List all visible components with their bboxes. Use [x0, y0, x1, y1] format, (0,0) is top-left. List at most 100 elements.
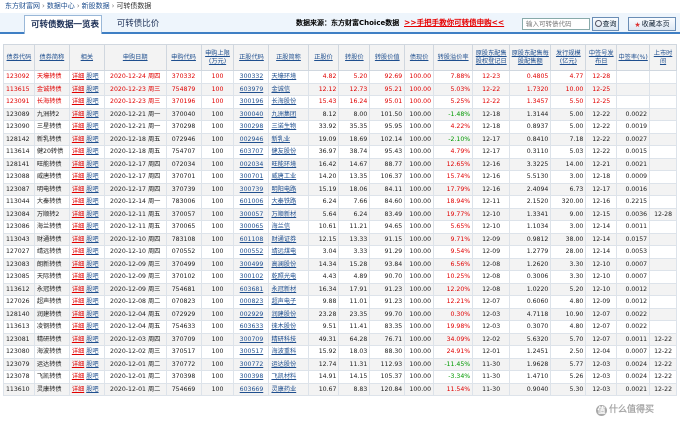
stock-name[interactable]: 威唐工业: [268, 170, 309, 184]
detail-link[interactable]: 详细: [72, 236, 84, 243]
search-input[interactable]: [522, 18, 590, 30]
breadcrumb-data-center[interactable]: 数据中心: [47, 2, 75, 10]
forum-link[interactable]: 股吧: [86, 111, 98, 118]
promo-link[interactable]: >>手把手教你可转债申购<<: [404, 17, 504, 28]
stock-code[interactable]: 000823: [233, 295, 270, 309]
detail-link[interactable]: 详细: [72, 98, 84, 105]
stock-code[interactable]: 300298: [233, 120, 270, 134]
detail-link[interactable]: 详细: [72, 161, 84, 168]
forum-link[interactable]: 股吧: [86, 148, 98, 155]
forum-link[interactable]: 股吧: [86, 161, 98, 168]
column-header[interactable]: 转股价值: [369, 44, 406, 71]
stock-name[interactable]: 乾照光电: [268, 270, 309, 284]
stock-code[interactable]: 300057: [233, 207, 270, 221]
stock-code[interactable]: 000552: [233, 245, 270, 259]
forum-link[interactable]: 股吧: [86, 73, 98, 80]
forum-link[interactable]: 股吧: [86, 286, 98, 293]
tab-bond-list[interactable]: 可转债数据一览表: [24, 15, 102, 34]
detail-link[interactable]: 详细: [72, 323, 84, 330]
detail-link[interactable]: 详细: [72, 361, 84, 368]
tab-bond-compare[interactable]: 可转债比价: [108, 15, 168, 34]
column-header[interactable]: 债现价: [404, 44, 435, 71]
stock-code[interactable]: 603681: [233, 282, 270, 296]
stock-name[interactable]: 海波重科: [268, 345, 309, 359]
stock-code[interactable]: 300517: [233, 345, 270, 359]
forum-link[interactable]: 股吧: [86, 173, 98, 180]
detail-link[interactable]: 详细: [72, 136, 84, 143]
stock-name[interactable]: 大秦铁路: [268, 195, 309, 209]
detail-link[interactable]: 详细: [72, 386, 84, 393]
forum-link[interactable]: 股吧: [86, 198, 98, 205]
stock-code[interactable]: 603979: [233, 82, 270, 96]
forum-link[interactable]: 股吧: [86, 223, 98, 230]
stock-code[interactable]: 601006: [233, 195, 270, 209]
detail-link[interactable]: 详细: [72, 248, 84, 255]
detail-link[interactable]: 详细: [72, 173, 84, 180]
stock-name[interactable]: 永冠新材: [268, 282, 309, 296]
column-header[interactable]: 债券代码: [3, 44, 35, 71]
column-header[interactable]: 原股东配售每股配售额: [509, 44, 552, 71]
stock-name[interactable]: 新乳业: [268, 132, 309, 146]
detail-link[interactable]: 详细: [72, 198, 84, 205]
forum-link[interactable]: 股吧: [86, 323, 98, 330]
detail-link[interactable]: 详细: [72, 148, 84, 155]
stock-name[interactable]: 九洲集团: [268, 107, 309, 121]
stock-name[interactable]: 灵康药业: [268, 382, 309, 396]
stock-code[interactable]: 300102: [233, 270, 270, 284]
forum-link[interactable]: 股吧: [86, 298, 98, 305]
stock-code[interactable]: 002946: [233, 132, 270, 146]
forum-link[interactable]: 股吧: [86, 236, 98, 243]
forum-link[interactable]: 股吧: [86, 348, 98, 355]
stock-code[interactable]: 601108: [233, 232, 270, 246]
column-header[interactable]: 正股价: [307, 44, 340, 71]
stock-name[interactable]: 财通证券: [268, 232, 309, 246]
column-header[interactable]: 发行规模(亿元): [550, 44, 587, 71]
column-header[interactable]: 转股价: [338, 44, 371, 71]
column-header[interactable]: 转股溢价率: [433, 44, 474, 71]
breadcrumb-new-stock[interactable]: 新股数据: [82, 2, 110, 10]
stock-name[interactable]: 明阳电路: [268, 182, 309, 196]
stock-code[interactable]: 603669: [233, 382, 270, 396]
column-header[interactable]: 原股东配售股权登记日: [472, 44, 511, 71]
stock-code[interactable]: 603707: [233, 145, 270, 159]
column-header[interactable]: 正股简称: [268, 44, 309, 71]
forum-link[interactable]: 股吧: [86, 261, 98, 268]
forum-link[interactable]: 股吧: [86, 311, 98, 318]
stock-code[interactable]: 002034: [233, 157, 270, 171]
stock-code[interactable]: 300701: [233, 170, 270, 184]
column-header[interactable]: 申购上限(万元): [200, 44, 235, 71]
forum-link[interactable]: 股吧: [86, 373, 98, 380]
column-header[interactable]: 中签率(%): [616, 44, 651, 71]
detail-link[interactable]: 详细: [72, 373, 84, 380]
detail-link[interactable]: 详细: [72, 223, 84, 230]
stock-code[interactable]: 603633: [233, 320, 270, 334]
stock-name[interactable]: 健友股份: [268, 145, 309, 159]
stock-name[interactable]: 万顺新材: [268, 207, 309, 221]
column-header[interactable]: 申购代码: [165, 44, 202, 71]
detail-link[interactable]: 详细: [72, 298, 84, 305]
forum-link[interactable]: 股吧: [86, 361, 98, 368]
stock-name[interactable]: 旺能环境: [268, 157, 309, 171]
search-button[interactable]: 查询: [592, 17, 619, 31]
stock-name[interactable]: 精研科技: [268, 332, 309, 346]
stock-code[interactable]: 300739: [233, 182, 270, 196]
forum-link[interactable]: 股吧: [86, 123, 98, 130]
stock-code[interactable]: 300398: [233, 370, 270, 384]
detail-link[interactable]: 详细: [72, 348, 84, 355]
stock-name[interactable]: 金诚信: [268, 82, 309, 96]
stock-name[interactable]: 飞凯材料: [268, 370, 309, 384]
forum-link[interactable]: 股吧: [86, 273, 98, 280]
detail-link[interactable]: 详细: [72, 286, 84, 293]
forum-link[interactable]: 股吧: [86, 248, 98, 255]
detail-link[interactable]: 详细: [72, 111, 84, 118]
breadcrumb-home[interactable]: 东方财富网: [5, 2, 40, 10]
column-header[interactable]: 债券简称: [33, 44, 70, 71]
stock-code[interactable]: 300772: [233, 357, 270, 371]
detail-link[interactable]: 详细: [72, 273, 84, 280]
forum-link[interactable]: 股吧: [86, 211, 98, 218]
detail-link[interactable]: 详细: [72, 123, 84, 130]
column-header[interactable]: 中签号发布日: [585, 44, 618, 71]
stock-code[interactable]: 300040: [233, 107, 270, 121]
stock-code[interactable]: 002929: [233, 307, 270, 321]
stock-name[interactable]: 三诺生物: [268, 120, 309, 134]
